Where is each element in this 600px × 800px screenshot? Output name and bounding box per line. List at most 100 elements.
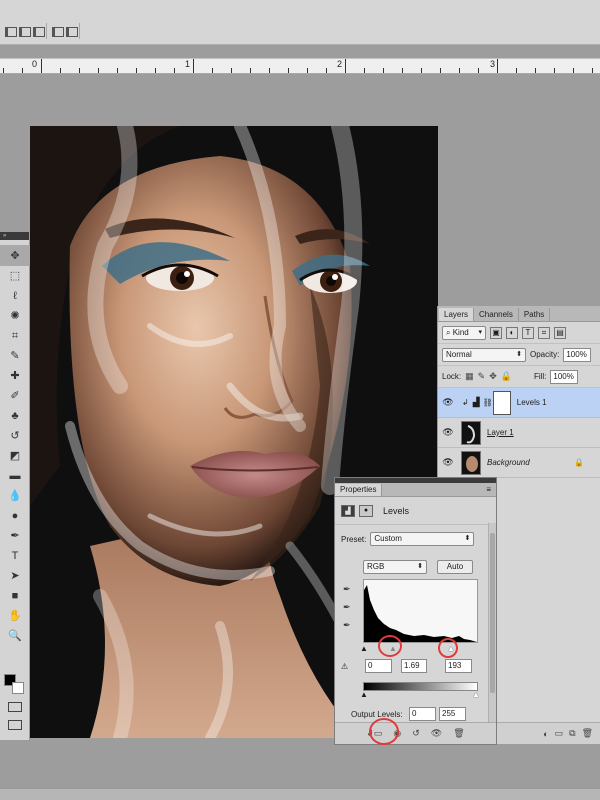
black-input-field[interactable]: 0 — [365, 659, 392, 673]
ruler-tick — [98, 68, 99, 73]
auto-button[interactable]: Auto — [437, 560, 473, 574]
eraser-tool[interactable]: ◩ — [0, 446, 30, 466]
lasso-tool[interactable]: ℓ — [0, 286, 30, 306]
preset-select[interactable]: Custom ⬍ — [370, 532, 475, 546]
visibility-eye-icon[interactable]: 👁 — [438, 427, 458, 438]
layer-name[interactable]: Background — [487, 458, 530, 467]
pixel-filter-icon[interactable]: ▣ — [490, 326, 502, 339]
screen-mode-icon[interactable] — [8, 720, 22, 730]
layer-row-background[interactable]: 👁 Background 🔒 — [438, 448, 600, 478]
brush-tool[interactable]: ✐ — [0, 386, 30, 406]
channel-select[interactable]: RGB ⬍ — [363, 560, 427, 574]
layer-name[interactable]: Layer 1 — [487, 428, 514, 437]
layer-mask-thumbnail[interactable] — [492, 390, 511, 415]
link-icon: ⛓ — [482, 398, 493, 407]
output-levels-label: Output Levels: — [351, 710, 403, 719]
layer-thumbnail — [461, 450, 481, 475]
white-point-eyedropper-icon[interactable]: ✒ — [343, 620, 351, 631]
blend-mode-select[interactable]: Normal ⬍ — [442, 347, 526, 362]
layer-row-layer1[interactable]: 👁 Layer 1 — [438, 418, 600, 448]
reset-icon[interactable]: ↺ — [412, 728, 420, 739]
ruler-tick — [3, 68, 4, 73]
type-tool[interactable]: T — [0, 546, 30, 566]
properties-scrollbar[interactable] — [488, 523, 496, 723]
gradient-tool[interactable]: ▬ — [0, 466, 30, 486]
output-white-field[interactable]: 255 — [439, 707, 466, 721]
lock-image-icon[interactable]: ✎ — [478, 371, 486, 382]
new-group-icon[interactable]: ▭ — [555, 728, 564, 739]
black-input-slider[interactable]: ▲ — [360, 644, 368, 653]
horizontal-ruler: 0 1 2 3 — [0, 58, 600, 74]
lock-all-icon[interactable]: 🔒 — [501, 371, 512, 382]
shape-filter-icon[interactable]: ⌗ — [538, 326, 550, 339]
ruler-tick — [250, 68, 251, 73]
toolbar-collapse-icon[interactable]: » — [0, 232, 29, 240]
layer-row-levels[interactable]: 👁 ↲ ▟ ⛓ Levels 1 — [438, 388, 600, 418]
layer-name[interactable]: Levels 1 — [517, 398, 547, 407]
pen-tool[interactable]: ✒ — [0, 526, 30, 546]
ruler-tick — [288, 68, 289, 73]
tab-paths[interactable]: Paths — [519, 308, 551, 321]
new-layer-icon[interactable]: ⧉ — [569, 728, 575, 739]
levels-icon[interactable]: ▟ — [341, 504, 355, 517]
output-black-field[interactable]: 0 — [409, 707, 436, 721]
history-brush-tool[interactable]: ↺ — [0, 426, 30, 446]
align-buttons-group — [4, 22, 80, 40]
white-output-slider[interactable]: ▲ — [472, 690, 480, 699]
lock-label: Lock: — [442, 372, 462, 381]
scrollbar-thumb[interactable] — [490, 533, 495, 693]
mask-icon[interactable]: ● — [359, 504, 373, 517]
properties-header: ▟ ● Levels — [335, 497, 496, 525]
quick-select-tool[interactable]: ✺ — [0, 306, 30, 326]
align-center-icon[interactable] — [18, 25, 31, 37]
lock-transparency-icon[interactable]: ▦ — [465, 371, 474, 382]
layer-filter-row: ⌕ Kind ▾ ▣ ◐ T ⌗ ▤ — [438, 322, 600, 344]
filter-kind-select[interactable]: ⌕ Kind ▾ — [442, 325, 486, 340]
move-tool[interactable]: ✥ — [0, 246, 30, 266]
distribute-horizontal-icon[interactable] — [65, 25, 78, 37]
dodge-tool[interactable]: ● — [0, 506, 30, 526]
path-selection-tool[interactable]: ➤ — [0, 566, 30, 586]
background-color-swatch[interactable] — [12, 682, 24, 694]
crop-tool[interactable]: ⌗ — [0, 326, 30, 346]
white-input-field[interactable]: 193 — [445, 659, 472, 673]
options-bar — [0, 0, 600, 45]
ruler-tick — [402, 68, 403, 73]
panel-menu-icon[interactable]: ≡ — [486, 484, 491, 496]
gamma-input-field[interactable]: 1.69 — [401, 659, 427, 673]
tab-layers[interactable]: Layers — [439, 308, 475, 321]
smart-object-filter-icon[interactable]: ▤ — [554, 326, 566, 339]
align-right-icon[interactable] — [32, 25, 45, 37]
ruler-tick — [554, 68, 555, 73]
fill-input[interactable]: 100% — [550, 369, 579, 384]
type-filter-icon[interactable]: T — [522, 326, 534, 339]
gray-point-eyedropper-icon[interactable]: ✒ — [343, 602, 351, 613]
black-point-eyedropper-icon[interactable]: ✒ — [343, 584, 351, 595]
visibility-eye-icon[interactable]: 👁 — [431, 728, 442, 739]
trash-icon[interactable]: 🗑 — [453, 728, 464, 739]
quick-mask-icon[interactable] — [8, 702, 22, 712]
adjustment-filter-icon[interactable]: ◐ — [506, 326, 518, 339]
clipping-warning-icon[interactable]: ⚠ — [341, 662, 348, 671]
tab-properties[interactable]: Properties — [335, 484, 383, 496]
zoom-tool[interactable]: 🔍 — [0, 626, 30, 646]
tab-channels[interactable]: Channels — [474, 308, 519, 321]
blur-tool[interactable]: 💧 — [0, 486, 30, 506]
trash-icon[interactable]: 🗑 — [582, 728, 593, 739]
lock-position-icon[interactable]: ✥ — [489, 371, 497, 382]
visibility-eye-icon[interactable]: 👁 — [438, 397, 458, 408]
ruler-tick — [60, 68, 61, 73]
adjustment-layer-icon[interactable]: ◐ — [543, 729, 548, 739]
ruler-tick — [117, 68, 118, 73]
shape-tool[interactable]: ■ — [0, 586, 30, 606]
align-left-icon[interactable] — [4, 25, 17, 37]
visibility-eye-icon[interactable]: 👁 — [438, 457, 458, 468]
marquee-tool[interactable]: ⬚ — [0, 266, 30, 286]
opacity-input[interactable]: 100% — [563, 347, 592, 362]
healing-brush-tool[interactable]: ✚ — [0, 366, 30, 386]
distribute-icon[interactable] — [51, 25, 64, 37]
eyedropper-tool[interactable]: ✎ — [0, 346, 30, 366]
clone-stamp-tool[interactable]: ♣ — [0, 406, 30, 426]
hand-tool[interactable]: ✋ — [0, 606, 30, 626]
black-output-slider[interactable]: ▲ — [360, 690, 368, 699]
